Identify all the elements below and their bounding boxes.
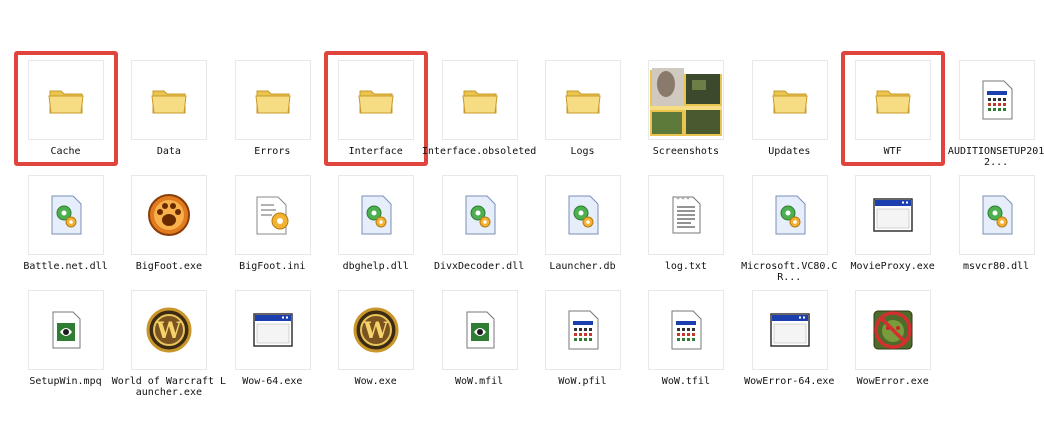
file-thumbnail[interactable] [338, 175, 415, 255]
pawprint-icon [147, 193, 191, 237]
file-name-label: WowError-64.exe [744, 376, 835, 387]
file-thumbnail[interactable] [28, 290, 104, 370]
highlight-box [324, 51, 429, 166]
dll-gear-icon [566, 195, 600, 235]
svg-text:W: W [363, 318, 389, 344]
file-name-label: log.txt [664, 261, 707, 272]
file-name-label: BigFoot.ini [239, 261, 306, 272]
file-thumbnail[interactable] [751, 60, 828, 140]
dll-gear-icon [980, 195, 1014, 235]
file-name-label: MovieProxy.exe [850, 261, 935, 272]
file-thumbnail[interactable] [28, 175, 104, 255]
file-thumbnail[interactable] [648, 175, 725, 255]
file-thumbnail[interactable] [131, 175, 208, 255]
exe-window-icon [253, 313, 293, 347]
file-name-label: World of Warcraft Launcher.exe [111, 376, 227, 398]
text-file-icon [670, 195, 702, 235]
highlight-box [14, 51, 118, 166]
dll-gear-icon [463, 195, 497, 235]
file-thumbnail[interactable] [648, 60, 725, 140]
file-thumbnail[interactable] [855, 290, 932, 370]
file-name-label: DivxDecoder.dll [433, 261, 525, 272]
exe-window-icon [770, 313, 810, 347]
media-file-icon [464, 310, 496, 350]
file-name-label: SetupWin.mpq [29, 376, 102, 387]
file-name-label: WowError.exe [856, 376, 929, 387]
image-folder-icon [648, 62, 724, 138]
file-name-label: Wow.exe [354, 376, 397, 387]
folder-icon [151, 85, 187, 115]
file-thumbnail[interactable] [545, 290, 621, 370]
file-thumbnail[interactable]: W [131, 290, 208, 370]
file-thumbnail[interactable] [855, 175, 932, 255]
file-thumbnail[interactable] [131, 60, 208, 140]
file-thumbnail[interactable] [234, 290, 311, 370]
file-thumbnail[interactable] [545, 175, 621, 255]
folder-icon [462, 85, 498, 115]
wow-logo-icon: W [353, 307, 399, 353]
file-name-label: Updates [768, 146, 811, 157]
file-thumbnail[interactable] [751, 290, 828, 370]
file-thumbnail[interactable] [958, 60, 1035, 140]
file-name-label: Errors [254, 146, 291, 157]
file-thumbnail[interactable] [234, 175, 311, 255]
dll-gear-icon [49, 195, 83, 235]
file-name-label: Screenshots [652, 146, 719, 157]
dll-gear-icon [773, 195, 807, 235]
folder-icon [255, 85, 291, 115]
file-name-label: AUDITIONSETUP2012... [947, 146, 1044, 168]
file-name-label: Launcher.db [549, 261, 616, 272]
file-name-label: dbghelp.dll [342, 261, 409, 272]
error-orc-icon [872, 309, 914, 351]
file-thumbnail[interactable] [441, 60, 518, 140]
file-name-label: Battle.net.dll [23, 261, 108, 272]
file-thumbnail[interactable] [958, 175, 1035, 255]
folder-icon [772, 85, 808, 115]
file-name-label: WoW.mfil [455, 376, 504, 387]
file-name-label: msvcr80.dll [962, 261, 1030, 272]
file-thumbnail[interactable]: W [338, 290, 415, 370]
file-thumbnail[interactable] [545, 60, 621, 140]
file-name-label: Microsoft.VC80.CR... [741, 261, 838, 283]
svg-text:W: W [156, 318, 182, 344]
app-window-icon [980, 80, 1014, 120]
file-name-label: Wow-64.exe [242, 376, 303, 387]
file-thumbnail[interactable] [234, 60, 311, 140]
file-name-label: BigFoot.exe [135, 261, 202, 272]
file-thumbnail[interactable] [441, 175, 518, 255]
wow-logo-icon: W [146, 307, 192, 353]
folder-icon [565, 85, 601, 115]
file-thumbnail[interactable] [751, 175, 828, 255]
file-thumbnail[interactable] [648, 290, 725, 370]
app-window-icon [566, 310, 600, 350]
dll-gear-icon [359, 195, 393, 235]
highlight-box [841, 51, 946, 166]
media-file-icon [50, 310, 82, 350]
file-name-label: Data [156, 146, 181, 157]
settings-file-icon [254, 195, 292, 235]
file-thumbnail[interactable] [441, 290, 518, 370]
file-name-label: Logs [570, 146, 595, 157]
file-name-label: WoW.tfil [661, 376, 710, 387]
file-name-label: Interface.obsoleted [421, 146, 537, 157]
app-window-icon [669, 310, 703, 350]
file-name-label: WoW.pfil [558, 376, 607, 387]
exe-window-icon [873, 198, 913, 232]
